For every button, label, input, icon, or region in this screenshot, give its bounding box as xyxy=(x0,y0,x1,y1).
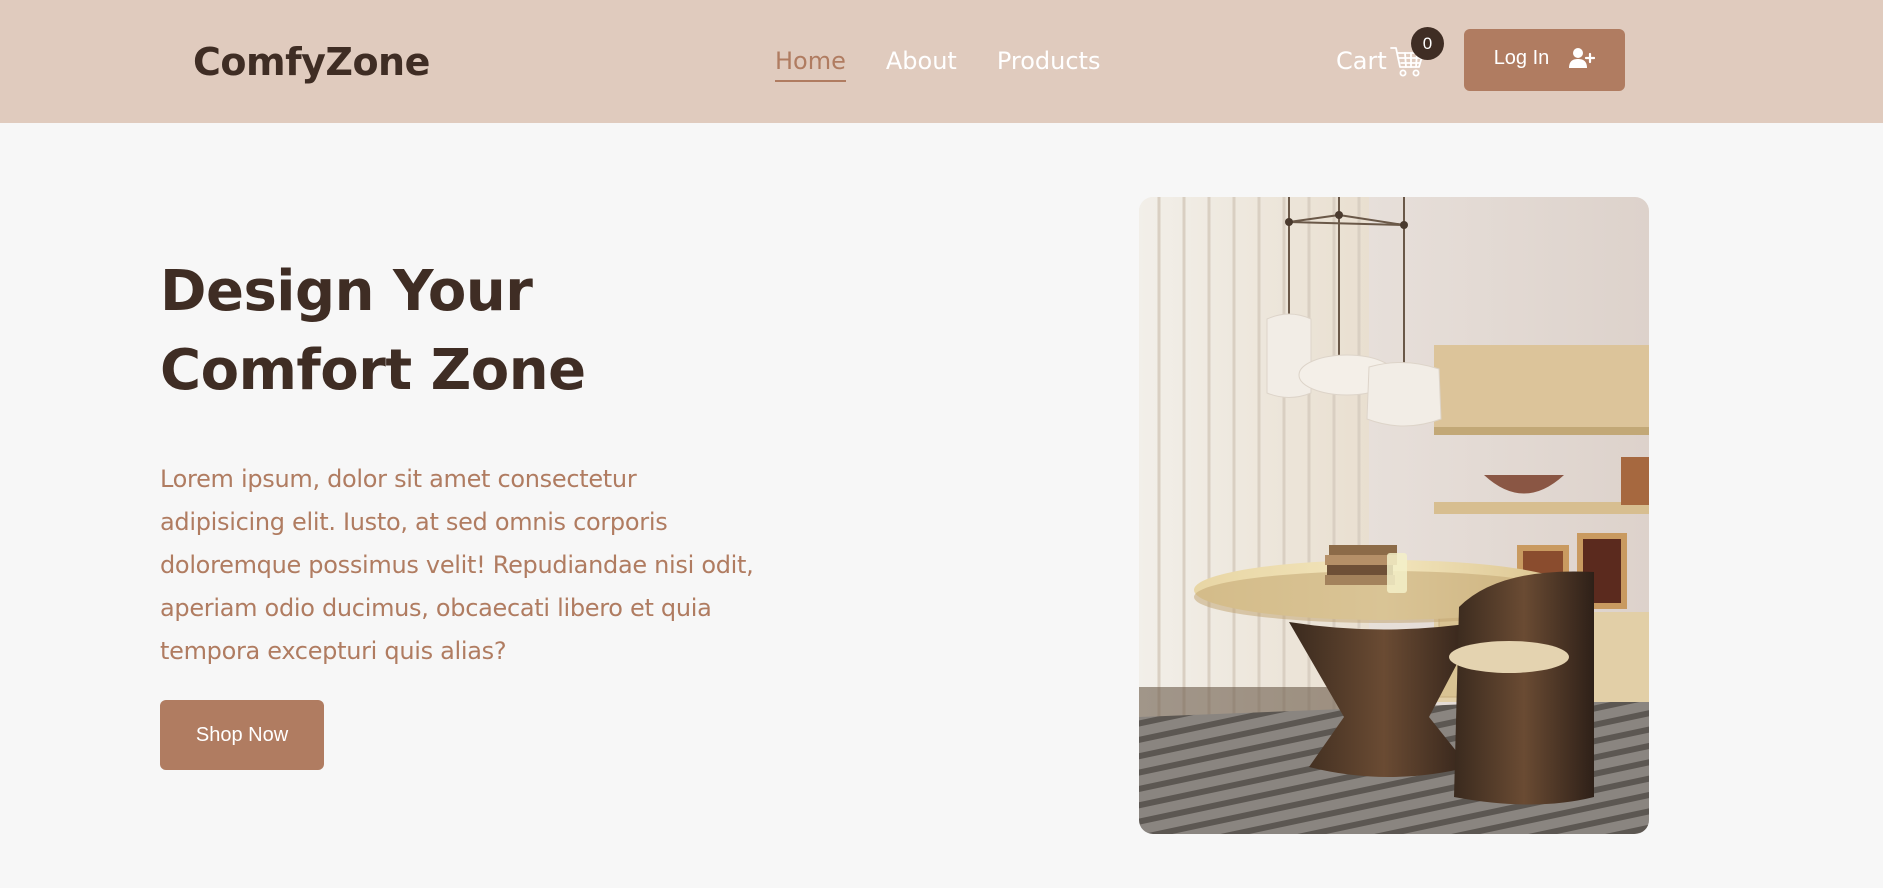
hero-title-line-2: Comfort Zone xyxy=(160,338,586,403)
interior-photo-illustration xyxy=(1139,197,1649,834)
nav-link-about[interactable]: About xyxy=(886,44,957,82)
hero-title-line-1: Design Your xyxy=(160,259,533,324)
hero-image xyxy=(1139,197,1649,834)
login-button-label: Log In xyxy=(1493,46,1550,69)
cart-count-badge: 0 xyxy=(1411,27,1444,60)
shop-now-button[interactable]: Shop Now xyxy=(160,700,324,770)
hero-description: Lorem ipsum, dolor sit amet consectetur … xyxy=(160,465,754,665)
brand-logo[interactable]: ComfyZone xyxy=(193,36,430,88)
nav-link-home[interactable]: Home xyxy=(775,44,846,82)
cart-label: Cart xyxy=(1336,47,1387,75)
user-plus-icon xyxy=(1569,48,1596,68)
main-nav: Home About Products xyxy=(775,44,1100,82)
nav-link-products[interactable]: Products xyxy=(997,44,1101,82)
hero-title: Design Your Comfort Zone xyxy=(160,252,780,410)
login-button[interactable]: Log In xyxy=(1464,29,1625,91)
navbar: ComfyZone Home About Products Cart 0 Log… xyxy=(0,0,1883,123)
